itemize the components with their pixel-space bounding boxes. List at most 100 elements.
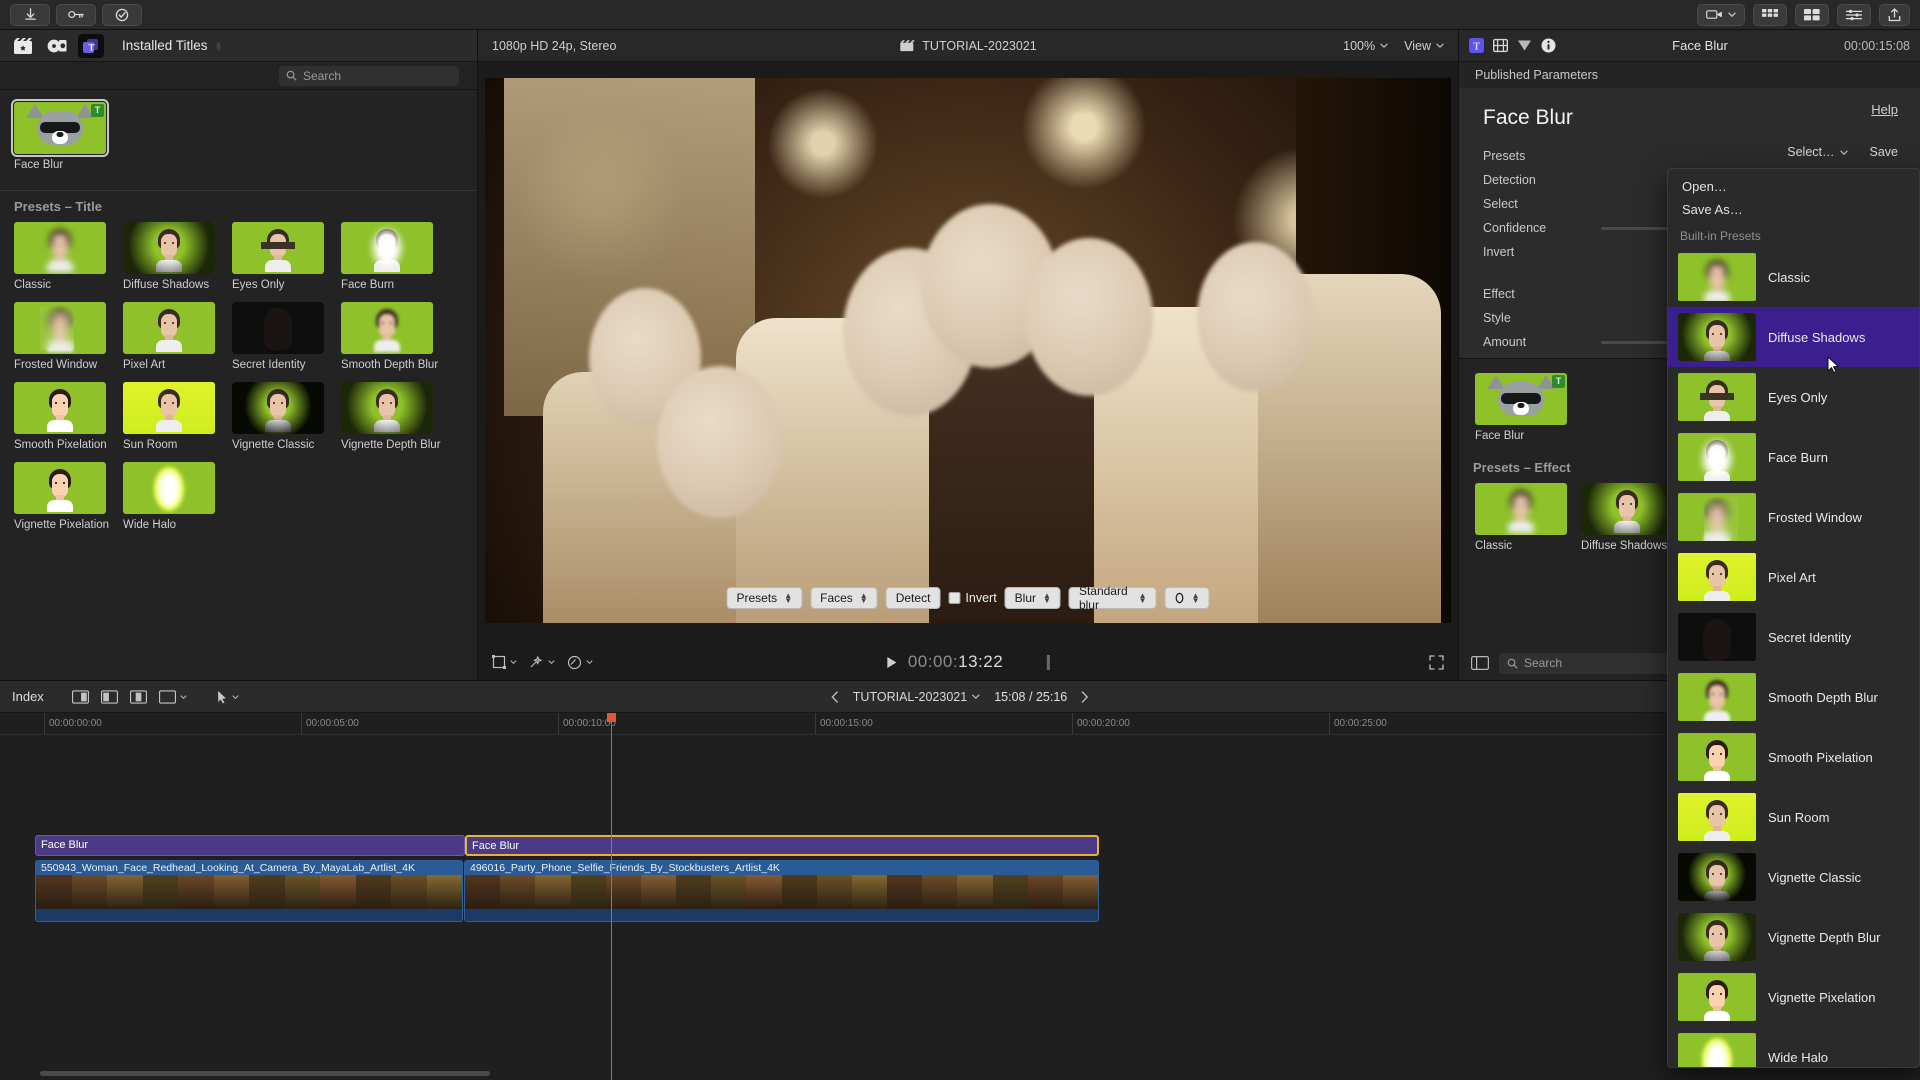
- preset-dropdown-menu[interactable]: Open…Save As… Built-in Presets ClassicDi…: [1667, 168, 1920, 1068]
- overwrite-edit-icon[interactable]: [130, 690, 147, 704]
- preset-menu-item-pixel-art[interactable]: Pixel Art: [1668, 547, 1919, 607]
- fullscreen-button[interactable]: [1429, 655, 1444, 670]
- browser-preset-wide-halo[interactable]: Wide Halo: [123, 462, 232, 532]
- next-clip-button[interactable]: [1081, 691, 1089, 703]
- import-media-button[interactable]: [10, 4, 50, 26]
- viewer-timecode[interactable]: 00:00:13:22: [908, 652, 1003, 672]
- faces-onscreen-button[interactable]: Faces ▲▼: [810, 587, 878, 609]
- blur-onscreen-button[interactable]: Blur ▲▼: [1005, 587, 1061, 609]
- parameter-label: Style: [1483, 311, 1601, 325]
- browser-preset-classic[interactable]: Classic: [14, 222, 123, 292]
- append-edit-icon[interactable]: [72, 690, 89, 704]
- preset-menu-item-vignette-classic[interactable]: Vignette Classic: [1668, 847, 1919, 907]
- effects-item-face-blur[interactable]: T Face Blur: [1475, 373, 1581, 442]
- timeline-separator: /: [1029, 690, 1032, 704]
- help-link[interactable]: Help: [1871, 102, 1898, 117]
- timeline-video-clip[interactable]: 496016_Party_Phone_Selfie_Friends_By_Sto…: [464, 860, 1099, 922]
- music-and-sound-tab[interactable]: [44, 34, 70, 58]
- analyze-button[interactable]: [102, 4, 142, 26]
- preset-menu-item-secret-identity[interactable]: Secret Identity: [1668, 607, 1919, 667]
- preset-menu-item-vignette-pixelation[interactable]: Vignette Pixelation: [1668, 967, 1919, 1027]
- presets-onscreen-button[interactable]: Presets ▲▼: [727, 587, 803, 609]
- previous-clip-button[interactable]: [831, 691, 839, 703]
- browser-preset-face-burn[interactable]: Face Burn: [341, 222, 450, 292]
- effects-item-label: Face Blur: [1475, 430, 1581, 442]
- preset-menu-item-saveas[interactable]: Save As…: [1668, 198, 1919, 221]
- thumb-inner: [1678, 733, 1756, 781]
- preset-menu-item-smooth-depth-blur[interactable]: Smooth Depth Blur: [1668, 667, 1919, 727]
- preset-menu-item-eyes-only[interactable]: Eyes Only: [1668, 367, 1919, 427]
- browser-preset-diffuse-shadows[interactable]: Diffuse Shadows: [123, 222, 232, 292]
- detect-button[interactable]: Detect: [886, 587, 941, 609]
- tools-menu-button[interactable]: [217, 690, 239, 704]
- browser-preset-frosted-window[interactable]: Frosted Window: [14, 302, 123, 372]
- info-inspector-icon[interactable]: [1541, 38, 1556, 53]
- browser-preset-vignette-classic[interactable]: Vignette Classic: [232, 382, 341, 452]
- effects-wand-button[interactable]: [529, 655, 555, 669]
- browser-search-input[interactable]: Search: [279, 66, 459, 86]
- titles-generators-tab[interactable]: [10, 34, 36, 58]
- timeline-horizontal-scrollbar[interactable]: [40, 1071, 490, 1076]
- preset-menu-item-smooth-pixelation[interactable]: Smooth Pixelation: [1668, 727, 1919, 787]
- color-inspector-icon[interactable]: [1517, 39, 1532, 52]
- preset-save-button[interactable]: Save: [1870, 145, 1899, 159]
- browser-preset-smooth-pixelation[interactable]: Smooth Pixelation: [14, 382, 123, 452]
- video-inspector-icon[interactable]: [1493, 38, 1508, 53]
- title-badge: T: [1552, 375, 1565, 388]
- browser-preset-vignette-depth-blur[interactable]: Vignette Depth Blur: [341, 382, 450, 452]
- browser-preset-eyes-only[interactable]: Eyes Only: [232, 222, 341, 292]
- preset-menu-label: Frosted Window: [1768, 510, 1862, 525]
- viewer-view-menu[interactable]: View: [1404, 39, 1444, 53]
- timeline-body[interactable]: 00:00:00:0000:00:05:0000:00:10:0000:00:1…: [0, 713, 1920, 1080]
- preset-menu-item-face-burn[interactable]: Face Burn: [1668, 427, 1919, 487]
- browser-preset-secret-identity[interactable]: Secret Identity: [232, 302, 341, 372]
- invert-checkbox[interactable]: [948, 592, 960, 604]
- transform-tool-button[interactable]: [492, 655, 517, 669]
- chevron-down-icon: [586, 660, 593, 664]
- timeline-video-clip[interactable]: 550943_Woman_Face_Redhead_Looking_At_Cam…: [35, 860, 463, 922]
- preset-menu-item-sun-room[interactable]: Sun Room: [1668, 787, 1919, 847]
- browser-category-selector[interactable]: Installed Titles ▲▼: [122, 38, 222, 53]
- timeline-project-selector[interactable]: TUTORIAL-2023021: [853, 690, 980, 704]
- share-button[interactable]: [1879, 4, 1910, 26]
- face-graphic: [1704, 680, 1730, 720]
- thumb-inner: [1678, 553, 1756, 601]
- timeline-ruler[interactable]: 00:00:00:0000:00:05:0000:00:10:0000:00:1…: [0, 713, 1920, 735]
- preset-menu-item-frosted-window[interactable]: Frosted Window: [1668, 487, 1919, 547]
- effects-preset-classic[interactable]: Classic: [1475, 483, 1581, 552]
- clip-appearance-button[interactable]: [159, 690, 187, 704]
- color-board-button[interactable]: [1795, 4, 1829, 26]
- keyword-button[interactable]: [56, 4, 96, 26]
- timeline-index-button[interactable]: Index: [12, 689, 72, 704]
- browser-preset-vignette-pixelation[interactable]: Vignette Pixelation: [14, 462, 123, 532]
- viewer-zoom-selector[interactable]: 100%: [1343, 39, 1388, 53]
- effects-list-view-icon[interactable]: [1471, 656, 1489, 670]
- browser-preset-pixel-art[interactable]: Pixel Art: [123, 302, 232, 372]
- titles-tab[interactable]: T: [78, 34, 104, 58]
- preset-menu-item-wide-halo[interactable]: Wide Halo: [1668, 1027, 1919, 1068]
- color-correction-button[interactable]: [567, 655, 593, 670]
- preset-menu-label: Eyes Only: [1768, 390, 1827, 405]
- timeline-title-clip[interactable]: Face Blur: [35, 835, 465, 856]
- shape-stepper-button[interactable]: ▲▼: [1165, 587, 1210, 609]
- preset-menu-item-diffuse-shadows[interactable]: Diffuse Shadows: [1668, 307, 1919, 367]
- timeline-playhead[interactable]: [611, 713, 612, 1080]
- preset-menu-item-open[interactable]: Open…: [1668, 175, 1919, 198]
- share-destination-button[interactable]: [1697, 4, 1745, 26]
- browser-preset-smooth-depth-blur[interactable]: Smooth Depth Blur: [341, 302, 450, 372]
- video-frame[interactable]: Presets ▲▼ Faces ▲▼ Detect Invert: [485, 78, 1451, 623]
- preset-menu-item-classic[interactable]: Classic: [1668, 247, 1919, 307]
- browser-item-face-blur[interactable]: T Face Blur: [14, 102, 123, 172]
- preset-menu-thumbnail: [1678, 793, 1756, 841]
- chevron-updown-icon: ▲▼: [215, 41, 223, 51]
- title-inspector-icon[interactable]: T: [1469, 38, 1484, 53]
- browser-preset-sun-room[interactable]: Sun Room: [123, 382, 232, 452]
- browser-view-button[interactable]: [1753, 4, 1787, 26]
- effects-button[interactable]: [1837, 4, 1871, 26]
- blur-style-button[interactable]: Standard blur ▲▼: [1069, 587, 1157, 609]
- timeline-title-clip[interactable]: Face Blur: [465, 835, 1099, 856]
- invert-checkbox-row[interactable]: Invert: [948, 591, 996, 605]
- preset-menu-item-vignette-depth-blur[interactable]: Vignette Depth Blur: [1668, 907, 1919, 967]
- insert-edit-icon[interactable]: [101, 690, 118, 704]
- preset-select-button[interactable]: Select…: [1787, 145, 1847, 159]
